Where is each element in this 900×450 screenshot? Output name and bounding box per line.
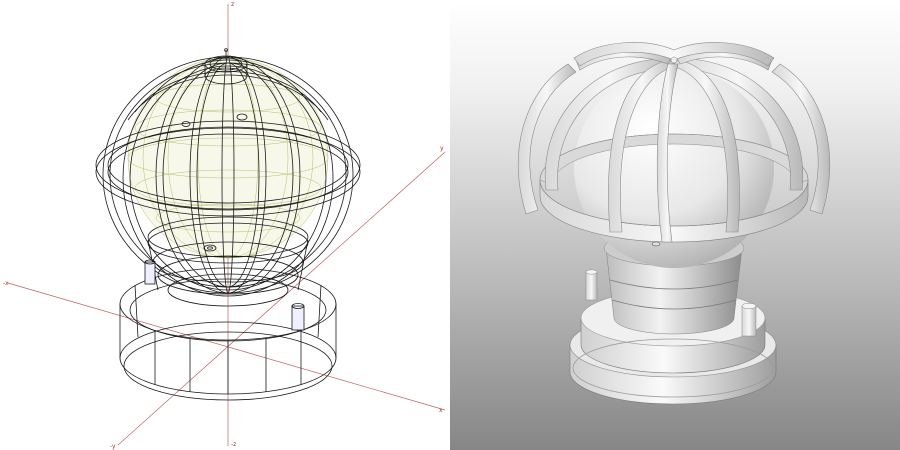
inner-globe-mesh bbox=[127, 57, 329, 259]
axis-label-z: z bbox=[231, 1, 234, 8]
support-post-cap bbox=[585, 269, 598, 275]
wireframe-canvas: z -z -x x y -y bbox=[3, 1, 446, 450]
render-viewport bbox=[450, 0, 900, 450]
cage-rib bbox=[517, 63, 577, 215]
wireframe-lamp bbox=[95, 48, 361, 401]
axis-label-x: x bbox=[439, 407, 443, 414]
axis-label-neg-y: -y bbox=[110, 443, 116, 450]
wireframe-viewport: z -z -x x y -y bbox=[0, 0, 450, 450]
support-post bbox=[291, 305, 305, 331]
support-post bbox=[144, 261, 156, 285]
support-post bbox=[741, 305, 757, 337]
support-post-cap bbox=[741, 302, 757, 310]
x-axis-line bbox=[7, 282, 446, 411]
cage-rib bbox=[771, 63, 831, 215]
render-canvas bbox=[517, 42, 831, 405]
globe-outline bbox=[127, 57, 329, 259]
support-post bbox=[585, 271, 598, 301]
axis-label-neg-x: -x bbox=[3, 280, 9, 287]
shaded-lamp bbox=[517, 42, 831, 405]
collar-edge bbox=[297, 239, 309, 291]
screw-icon bbox=[651, 241, 661, 247]
axis-label-y: y bbox=[440, 145, 444, 152]
top-hub bbox=[670, 56, 678, 64]
base-facet bbox=[134, 284, 139, 338]
base-facet bbox=[317, 284, 322, 338]
model-preview: z -z -x x y -y bbox=[0, 0, 900, 450]
axis-label-neg-z: -z bbox=[231, 441, 236, 448]
